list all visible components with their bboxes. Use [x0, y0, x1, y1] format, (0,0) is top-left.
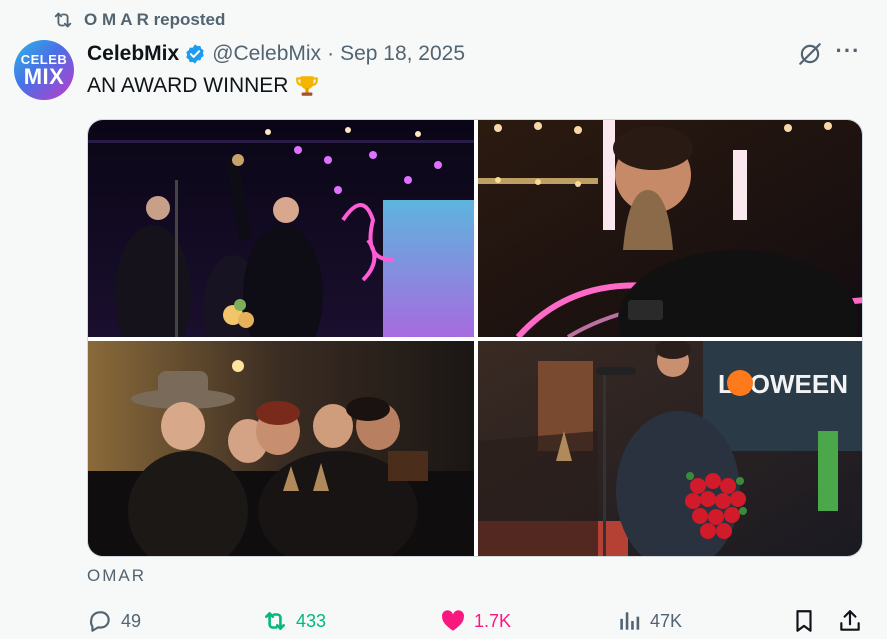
views-button[interactable]: 47K — [616, 606, 682, 636]
bookmark-button[interactable] — [791, 606, 817, 636]
share-icon — [840, 610, 860, 631]
action-bar: 49 433 1.7K 47K — [87, 606, 863, 638]
author-name[interactable]: CelebMix — [87, 42, 179, 66]
reply-count: 49 — [121, 610, 142, 631]
verified-badge-icon — [186, 44, 204, 64]
repost-button[interactable]: 433 — [262, 606, 326, 636]
repost-count: 433 — [296, 610, 327, 631]
roses-speech-photo[interactable]: LLOWEEN — [478, 341, 862, 556]
media-grid: LLOWEEN — [87, 119, 863, 557]
repost-text: O M A R reposted — [84, 10, 226, 29]
view-count: 47K — [650, 610, 683, 631]
grok-icon[interactable] — [797, 41, 823, 67]
repost-icon — [54, 12, 72, 28]
tweet-text: AN AWARD WINNER — [87, 73, 320, 99]
trophy-kiss-photo[interactable] — [478, 120, 862, 337]
like-button[interactable]: 1.7K — [440, 606, 511, 636]
separator-dot: · — [327, 42, 335, 65]
analytics-icon — [620, 612, 640, 630]
trophy-icon — [296, 76, 319, 96]
heart-icon — [442, 610, 465, 631]
author-handle[interactable]: @CelebMix — [212, 42, 321, 66]
like-count: 1.7K — [474, 610, 512, 631]
reply-icon — [89, 611, 110, 632]
repost-icon — [265, 612, 285, 630]
avatar-text-line2: MIX — [23, 63, 65, 89]
tweet-header: CelebMix @CelebMix · Sep 18, 2025 — [87, 41, 465, 67]
group-celebration-photo[interactable] — [88, 341, 474, 556]
bookmark-icon — [796, 610, 812, 632]
tweet-date[interactable]: Sep 18, 2025 — [340, 42, 465, 66]
tweet-text-content: AN AWARD WINNER — [87, 74, 289, 97]
share-button[interactable] — [837, 606, 863, 636]
reply-button[interactable]: 49 — [87, 606, 141, 636]
more-options-button[interactable]: ··· — [835, 40, 861, 66]
avatar[interactable]: CELEB MIX — [14, 40, 74, 100]
source-label: OMAR — [87, 566, 146, 585]
repost-indicator[interactable]: O M A R reposted — [52, 10, 225, 30]
award-stage-photo[interactable] — [88, 120, 474, 337]
